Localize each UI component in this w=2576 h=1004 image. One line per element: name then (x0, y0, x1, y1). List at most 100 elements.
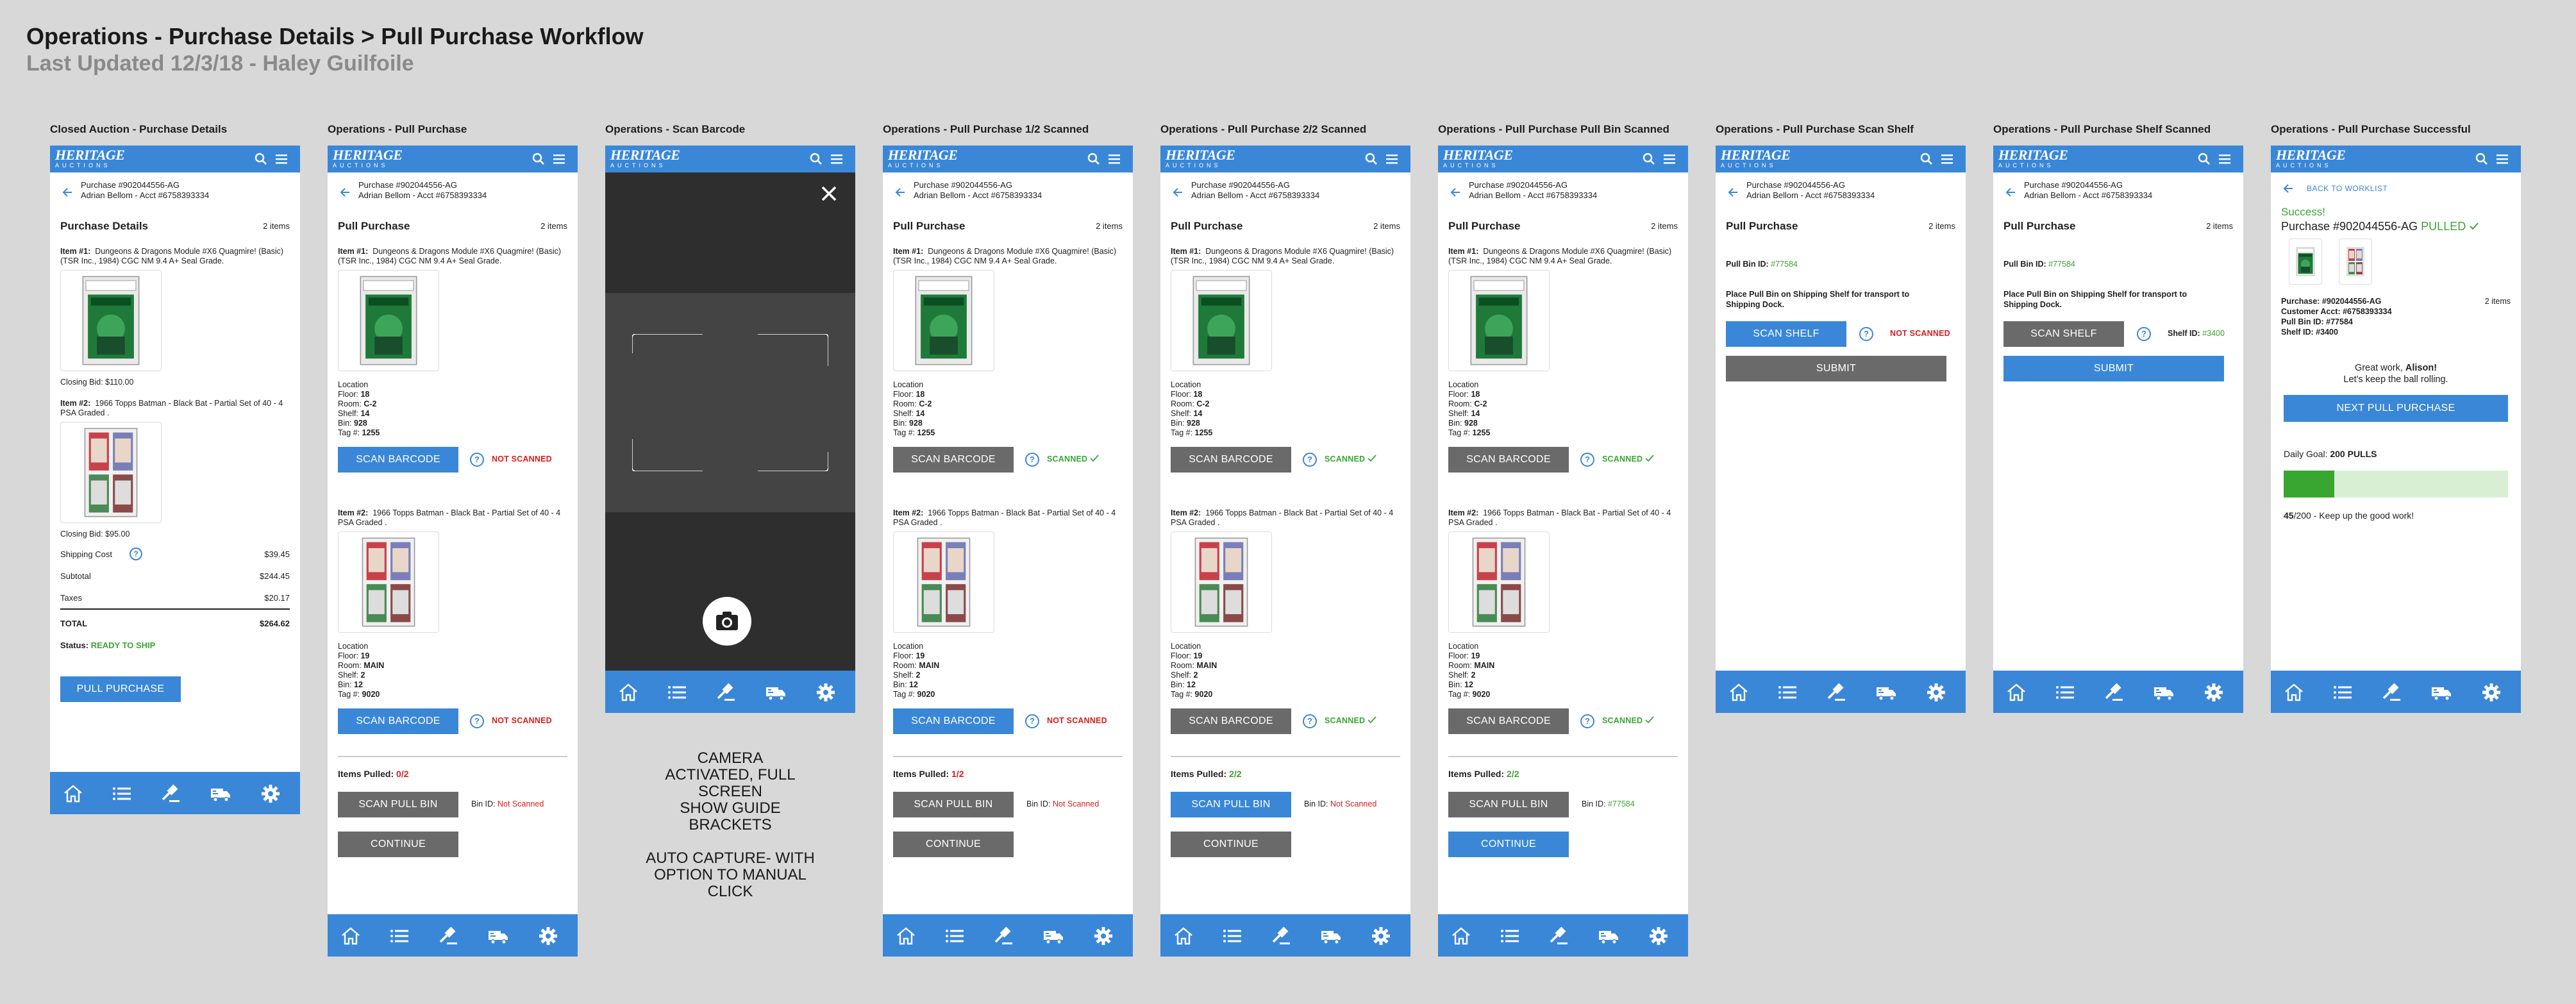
capture-button[interactable] (703, 597, 751, 646)
search-icon[interactable] (1642, 152, 1656, 166)
heritage-logo[interactable]: HERITAGE AUCTIONS (333, 148, 403, 169)
next-pull-purchase-button[interactable]: NEXT PULL PURCHASE (2284, 395, 2508, 422)
continue-button[interactable]: CONTINUE (893, 832, 1014, 857)
list-icon[interactable] (667, 682, 687, 703)
gear-icon[interactable] (815, 682, 836, 703)
truck-icon[interactable] (1321, 926, 1341, 946)
item-2-scan-barcode-button[interactable]: SCAN BARCODE (1448, 708, 1569, 734)
list-icon[interactable] (389, 926, 410, 946)
home-icon[interactable] (340, 926, 361, 946)
menu-icon[interactable] (2495, 152, 2509, 166)
back-arrow-icon[interactable] (62, 187, 73, 198)
truck-icon[interactable] (2154, 682, 2174, 703)
item-1-scan-barcode-button[interactable]: SCAN BARCODE (1171, 447, 1291, 473)
gear-icon[interactable] (260, 783, 281, 804)
back-arrow-icon[interactable] (1727, 187, 1739, 198)
gavel-icon[interactable] (1548, 926, 1569, 946)
gavel-icon[interactable] (2103, 682, 2124, 703)
heritage-logo[interactable]: HERITAGE AUCTIONS (888, 148, 958, 169)
heritage-logo[interactable]: HERITAGE AUCTIONS (55, 148, 125, 169)
truck-icon[interactable] (1598, 926, 1619, 946)
heritage-logo[interactable]: HERITAGE AUCTIONS (1166, 148, 1235, 169)
item-2-image[interactable] (60, 422, 162, 523)
item-1-image[interactable] (1448, 270, 1550, 371)
shelf-help-icon[interactable]: ? (1859, 327, 1873, 341)
item-2-scan-barcode-button[interactable]: SCAN BARCODE (1171, 708, 1291, 734)
gavel-icon[interactable] (993, 926, 1014, 946)
item-2-image[interactable] (338, 531, 439, 633)
close-icon[interactable] (819, 184, 839, 203)
gavel-icon[interactable] (1271, 926, 1291, 946)
truck-icon[interactable] (1043, 926, 1064, 946)
heritage-logo[interactable]: HERITAGE AUCTIONS (1443, 148, 1513, 169)
gavel-icon[interactable] (2381, 682, 2402, 703)
item-1-scan-barcode-button[interactable]: SCAN BARCODE (1448, 447, 1569, 473)
home-icon[interactable] (896, 926, 916, 946)
continue-button[interactable]: CONTINUE (1448, 832, 1569, 857)
search-icon[interactable] (2197, 152, 2211, 166)
gear-icon[interactable] (1093, 926, 1114, 946)
back-arrow-icon[interactable] (1172, 187, 1183, 198)
item-1-help-icon[interactable]: ? (1580, 453, 1594, 467)
list-icon[interactable] (1222, 926, 1242, 946)
search-icon[interactable] (1919, 152, 1934, 166)
scan-pull-bin-button[interactable]: SCAN PULL BIN (1448, 792, 1569, 817)
gear-icon[interactable] (1926, 682, 1946, 703)
list-icon[interactable] (2332, 682, 2353, 703)
menu-icon[interactable] (1940, 152, 1954, 166)
truck-icon[interactable] (210, 783, 231, 804)
back-arrow-icon[interactable] (339, 187, 351, 198)
search-icon[interactable] (254, 152, 268, 166)
continue-button[interactable]: CONTINUE (338, 832, 458, 857)
item-2-help-icon[interactable]: ? (470, 714, 484, 728)
back-to-worklist[interactable]: BACK TO WORKLIST (2271, 181, 2521, 201)
item-1-image[interactable] (893, 270, 994, 371)
menu-icon[interactable] (1385, 152, 1399, 166)
truck-icon[interactable] (765, 682, 786, 703)
home-icon[interactable] (2284, 682, 2304, 703)
menu-icon[interactable] (2218, 152, 2232, 166)
item-1-image[interactable] (1171, 270, 1272, 371)
gear-icon[interactable] (1648, 926, 1669, 946)
menu-icon[interactable] (1662, 152, 1677, 166)
truck-icon[interactable] (488, 926, 508, 946)
gavel-icon[interactable] (1826, 682, 1846, 703)
scan-shelf-button[interactable]: SCAN SHELF (2003, 321, 2124, 347)
pull-purchase-button[interactable]: PULL PURCHASE (60, 676, 181, 702)
item-2-image[interactable] (893, 531, 994, 633)
menu-icon[interactable] (830, 152, 844, 166)
scan-pull-bin-button[interactable]: SCAN PULL BIN (893, 792, 1014, 817)
item-1-image[interactable] (338, 270, 439, 371)
submit-button[interactable]: SUBMIT (1726, 356, 1946, 381)
home-icon[interactable] (63, 783, 83, 804)
submit-button[interactable]: SUBMIT (2003, 356, 2224, 381)
heritage-logo[interactable]: HERITAGE AUCTIONS (1998, 148, 2068, 169)
item-2-help-icon[interactable]: ? (1025, 714, 1039, 728)
back-arrow-icon[interactable] (1450, 187, 1461, 198)
item-2-scan-barcode-button[interactable]: SCAN BARCODE (893, 708, 1014, 734)
home-icon[interactable] (1728, 682, 1749, 703)
list-icon[interactable] (2055, 682, 2075, 703)
back-arrow-icon[interactable] (894, 187, 906, 198)
list-icon[interactable] (1500, 926, 1520, 946)
gavel-icon[interactable] (160, 783, 181, 804)
continue-button[interactable]: CONTINUE (1171, 832, 1291, 857)
back-to-worklist-link[interactable]: BACK TO WORKLIST (2307, 184, 2388, 193)
truck-icon[interactable] (2431, 682, 2452, 703)
item-1-scan-barcode-button[interactable]: SCAN BARCODE (338, 447, 458, 473)
list-icon[interactable] (1777, 682, 1798, 703)
home-icon[interactable] (618, 682, 639, 703)
gear-icon[interactable] (2204, 682, 2224, 703)
heritage-logo[interactable]: HERITAGE AUCTIONS (610, 148, 680, 169)
search-icon[interactable] (1364, 152, 1378, 166)
scan-pull-bin-button[interactable]: SCAN PULL BIN (338, 792, 458, 817)
list-icon[interactable] (112, 783, 132, 804)
item-2-scan-barcode-button[interactable]: SCAN BARCODE (338, 708, 458, 734)
item-1-scan-barcode-button[interactable]: SCAN BARCODE (893, 447, 1014, 473)
item-1-help-icon[interactable]: ? (1303, 453, 1317, 467)
item-2-help-icon[interactable]: ? (1303, 714, 1317, 728)
item-2-image[interactable] (1448, 531, 1550, 633)
home-icon[interactable] (1451, 926, 1471, 946)
menu-icon[interactable] (274, 152, 289, 166)
home-icon[interactable] (2006, 682, 2027, 703)
